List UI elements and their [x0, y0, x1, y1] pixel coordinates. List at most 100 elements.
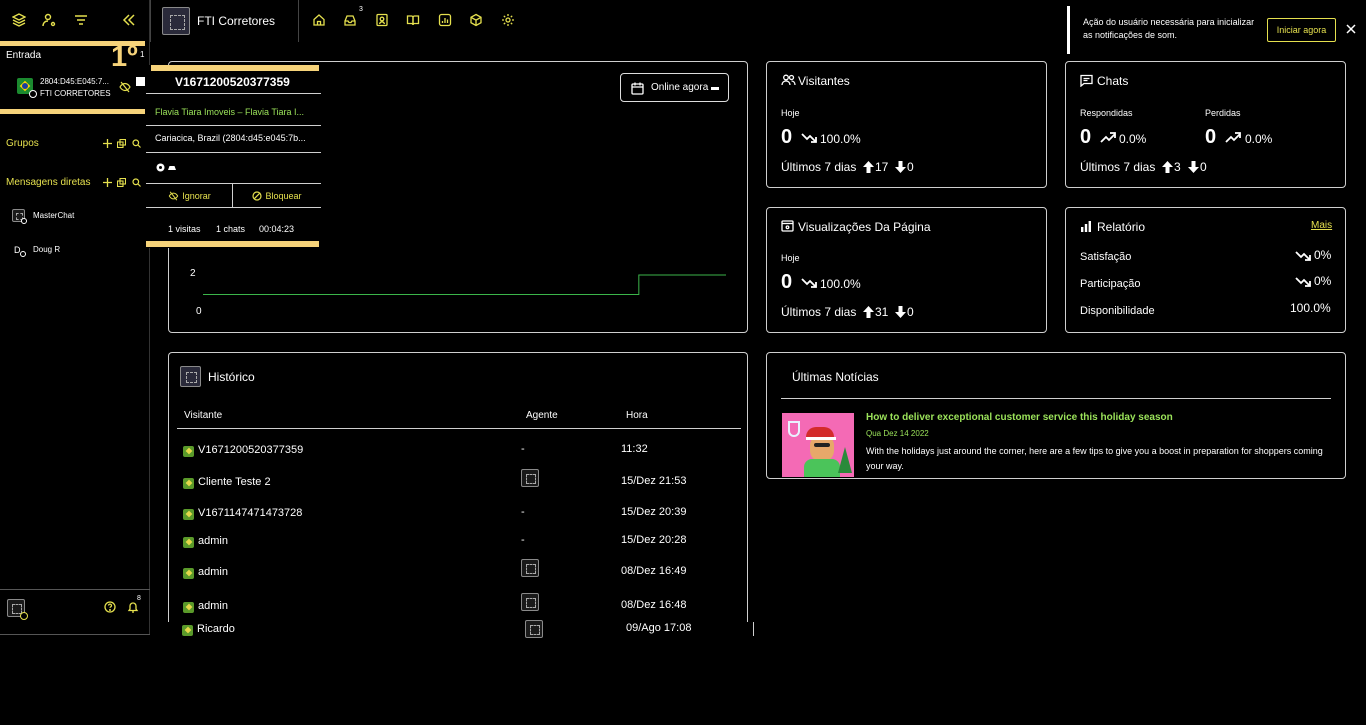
chats-lost-value: 0: [1205, 126, 1217, 148]
visitor-entry[interactable]: 2804:D45:E045:7... FTI CORRETORES: [16, 74, 136, 100]
search-dm-icon[interactable]: [131, 177, 141, 187]
chat-icon: [1079, 73, 1093, 87]
visitor-company: FTI CORRETORES: [40, 89, 111, 98]
visitors-today-label: Hoje: [781, 108, 800, 118]
entrada-label: Entrada: [6, 50, 42, 61]
chats-resp-label: Respondidas: [1080, 108, 1133, 118]
report-row-label: Disponibilidade: [1080, 305, 1155, 317]
start-notifications-button[interactable]: Iniciar agora: [1267, 18, 1336, 42]
popup-page[interactable]: Flavia Tiara Imoveis – Flavia Tiara I...: [155, 107, 304, 117]
integrations-icon[interactable]: [468, 12, 484, 28]
block-button[interactable]: Bloquear: [233, 184, 321, 207]
dm-item-masterchat[interactable]: MasterChat: [12, 208, 122, 224]
chats-lost-pct: 0.0%: [1245, 132, 1273, 146]
arrow-down-icon: [894, 160, 906, 173]
topbar-divider-left: [150, 0, 151, 42]
news-thumbnail[interactable]: [782, 413, 854, 477]
home-icon[interactable]: [311, 12, 327, 28]
copy-group-icon[interactable]: [116, 138, 126, 148]
ignore-button[interactable]: Ignorar: [146, 184, 233, 207]
brazil-flag-icon: [183, 445, 194, 457]
table-row[interactable]: admin 08/Dez 16:49: [176, 559, 746, 583]
history-title: Histórico: [208, 370, 255, 384]
knowledge-base-icon[interactable]: [405, 12, 421, 28]
pageviews-card: Visualizações Da Página Hoje 0 100.0% Úl…: [766, 207, 1047, 333]
layers-icon[interactable]: [11, 12, 27, 28]
add-group-icon[interactable]: [102, 138, 112, 148]
contacts-icon[interactable]: [374, 12, 390, 28]
visitor-name: V1671147471473728: [198, 507, 303, 519]
time-value: 08/Dez 16:48: [621, 599, 687, 611]
news-divider: [781, 398, 1331, 399]
topbar-divider: [298, 0, 299, 42]
table-row[interactable]: Ricardo 09/Ago 17:08: [176, 620, 746, 640]
filter-icon[interactable]: [73, 12, 89, 28]
report-row-label: Participação: [1080, 278, 1141, 290]
notification-toast: Ação do usuário necessária para iniciali…: [1067, 6, 1366, 54]
trend-up-icon: [1224, 131, 1242, 143]
arrow-up-icon: [862, 160, 874, 173]
ignore-label: Ignorar: [182, 190, 211, 201]
reports-icon[interactable]: [437, 12, 453, 28]
users-icon: [780, 73, 796, 87]
queue-marker: [136, 77, 145, 86]
col-time-header[interactable]: Hora: [626, 410, 648, 421]
table-row[interactable]: Cliente Teste 2 15/Dez 21:53: [176, 469, 746, 493]
inbox-icon[interactable]: [342, 12, 358, 28]
agent-avatar: [521, 559, 539, 577]
report-row-value: 0%: [1314, 274, 1332, 288]
bell-icon[interactable]: [126, 600, 140, 614]
visitors-card: Visitantes Hoje 0 100.0% Últimos 7 dias …: [766, 61, 1047, 188]
sidebar-bottom-divider: [0, 634, 150, 635]
search-group-icon[interactable]: [131, 138, 141, 148]
pageviews-today-value: 0: [781, 271, 793, 293]
news-item-title[interactable]: How to deliver exceptional customer serv…: [866, 412, 1173, 423]
copy-dm-icon[interactable]: [116, 177, 126, 187]
popup-stripe-bottom: [146, 241, 319, 247]
popup-stripe-top: [151, 65, 319, 71]
visitor-name: Cliente Teste 2: [198, 476, 271, 488]
popup-chats: 1 chats: [216, 224, 246, 234]
time-value: 15/Dez 20:39: [621, 506, 687, 518]
table-row[interactable]: V1671200520377359 - 11:32: [176, 441, 746, 461]
table-row[interactable]: V1671147471473728 - 15/Dez 20:39: [176, 504, 746, 524]
table-row[interactable]: admin - 15/Dez 20:28: [176, 532, 746, 552]
eye-off-icon[interactable]: [118, 80, 132, 94]
entrada-stripe-bottom: [0, 109, 145, 114]
news-item-text: With the holidays just around the corner…: [866, 446, 1323, 471]
dm-status-ring: [21, 218, 27, 224]
device-icon: [167, 162, 177, 172]
user-settings-icon[interactable]: [41, 12, 57, 28]
queue-position: 1º: [111, 41, 138, 73]
pageviews-week-label: Últimos 7 dias: [781, 305, 857, 319]
chats-week-label: Últimos 7 dias: [1080, 160, 1156, 174]
close-icon[interactable]: [1345, 23, 1357, 35]
collapse-icon[interactable]: [121, 12, 137, 28]
report-more-link[interactable]: Mais: [1311, 220, 1332, 231]
table-row[interactable]: admin 08/Dez 16:48: [176, 593, 746, 617]
pageviews-week-down: 0: [907, 305, 914, 319]
arrow-down-icon: [1187, 160, 1199, 173]
report-row-value: 0%: [1314, 248, 1332, 262]
popup-divider: [146, 207, 321, 208]
settings-icon[interactable]: [500, 12, 516, 28]
chats-lost-label: Perdidas: [1205, 108, 1241, 118]
user-status-ring: [20, 612, 28, 620]
col-agent-header[interactable]: Agente: [526, 410, 558, 421]
grupos-label: Grupos: [6, 138, 39, 149]
add-dm-icon[interactable]: [102, 177, 112, 187]
col-visitor-header[interactable]: Visitante: [184, 410, 222, 421]
time-value: 09/Ago 17:08: [626, 622, 692, 634]
brazil-flag-icon: [183, 567, 194, 579]
workspace-name[interactable]: FTI Corretores: [197, 14, 275, 28]
y-tick-0: 0: [196, 306, 202, 317]
chats-title: Chats: [1097, 74, 1129, 88]
agent-value: -: [521, 443, 525, 455]
eye-off-icon: [168, 191, 179, 200]
online-now-button[interactable]: Online agora: [620, 73, 729, 102]
chats-card: Chats Respondidas 0 0.0% Perdidas 0 0.0%…: [1065, 61, 1346, 188]
dm-item-dougr[interactable]: D Doug R: [12, 242, 122, 258]
popup-divider: [146, 152, 321, 153]
help-icon[interactable]: [103, 600, 117, 614]
dm-name: MasterChat: [33, 211, 75, 220]
